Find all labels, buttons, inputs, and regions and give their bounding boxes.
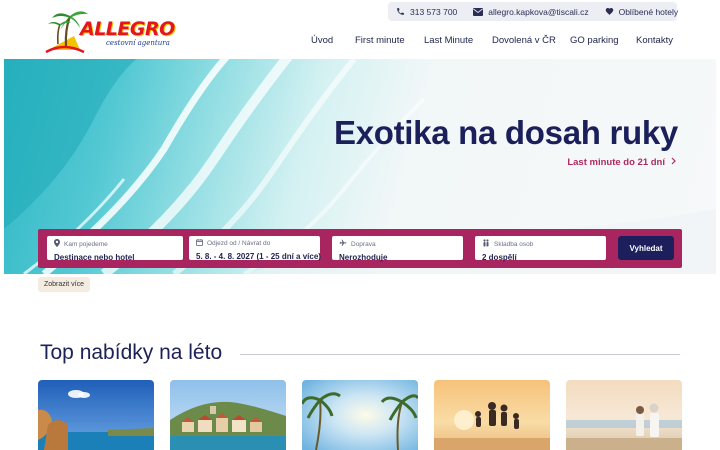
offer-image [38,380,154,450]
offer-card-old-town[interactable] [170,380,286,450]
phone-icon [396,7,405,16]
offer-card-family-beach[interactable] [434,380,550,450]
calendar-icon [196,239,203,249]
last-minute-link[interactable]: Last minute do 21 dní [567,157,676,168]
nav-item-kontakty[interactable]: Kontakty [636,35,673,46]
nav-item-go-parking[interactable]: GO parking [570,35,619,46]
section-title: Top nabídky na léto [40,341,223,364]
destination-value: Destinace nebo hotel [54,253,135,262]
nav-item-uvod[interactable]: Úvod [311,35,333,46]
date-field[interactable]: Odjezd od / Návrat do 5. 8. - 4. 8. 2027… [189,236,321,261]
travelers-value: 2 dospělí [482,253,517,262]
offer-image [434,380,550,450]
email-address: allegro.kapkova@tiscali.cz [488,6,589,17]
transport-label: Doprava [351,240,376,248]
travelers-field[interactable]: Skladba osob 2 dospělí [475,236,606,262]
logo-tagline: cestovní agentura [106,39,170,47]
favorite-hotels-link[interactable]: Oblíbené hotely [605,6,679,17]
offer-card-beach-rocks[interactable] [38,380,154,450]
offer-card-seniors-beach[interactable] [566,380,682,450]
airplane-icon [339,239,347,250]
date-label: Odjezd od / Návrat do [207,240,271,247]
transport-field[interactable]: Doprava Nerozhoduje [332,236,463,262]
transport-value: Nerozhoduje [339,253,388,262]
show-more-button[interactable]: Zobrazit více [38,277,90,292]
date-value: 5. 8. - 4. 8. 2027 (1 - 25 dní a více) [196,252,321,261]
offer-image [566,380,682,450]
hero-title: Exotika na dosah ruky [334,114,678,151]
section-divider [240,354,680,355]
last-minute-link-label: Last minute do 21 dní [567,157,665,168]
email-link[interactable]: allegro.kapkova@tiscali.cz [473,6,589,17]
logo-wordmark: ALLEGRO [80,18,175,40]
destination-field[interactable]: Kam pojedeme Destinace nebo hotel [47,236,183,262]
travelers-label: Skladba osob [494,240,534,248]
contact-bar: 313 573 700 allegro.kapkova@tiscali.cz O… [388,2,679,21]
heart-icon [605,7,614,16]
offer-image [302,380,418,450]
chevron-right-icon [671,157,676,168]
people-icon [482,239,490,250]
logo[interactable]: ALLEGRO cestovní agentura [44,6,175,54]
map-pin-icon [54,239,60,250]
offer-image [170,380,286,450]
nav-item-last-minute[interactable]: Last Minute [424,35,473,46]
destination-label: Kam pojedeme [64,240,108,248]
search-button[interactable]: Vyhledat [618,236,674,260]
nav-item-first-minute[interactable]: First minute [355,35,405,46]
phone-link[interactable]: 313 573 700 [396,7,457,17]
envelope-icon [473,7,484,16]
nav-item-dovolena-v-cr[interactable]: Dovolená v ČR [492,35,556,46]
phone-number: 313 573 700 [410,6,458,17]
favorite-hotels-label: Oblíbené hotely [618,6,679,17]
search-form: Kam pojedeme Destinace nebo hotel Odjezd… [38,229,682,268]
offer-card-palms[interactable] [302,380,418,450]
